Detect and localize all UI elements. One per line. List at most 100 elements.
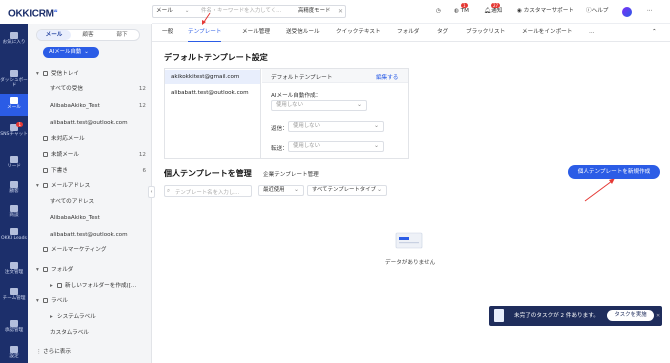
- tab-quick-text[interactable]: クイックテキスト: [336, 24, 381, 41]
- sort-select[interactable]: 最近使用: [258, 185, 304, 196]
- edit-link[interactable]: 編集する: [376, 73, 398, 81]
- sidebar-item-drafts[interactable]: 下書き 6: [36, 166, 150, 177]
- rail-item-okki-leads[interactable]: OKKI Leads: [0, 228, 28, 241]
- tab-more[interactable]: …: [589, 24, 595, 41]
- labels-label: ラベル: [51, 298, 68, 304]
- more-icon: ⋮: [36, 349, 42, 355]
- tm-icon: ◍: [454, 8, 459, 14]
- apps-icon[interactable]: ⋯: [647, 5, 653, 18]
- rail-item-dashboard[interactable]: ダッシュボード: [0, 70, 28, 89]
- personal-template-title: 個人テンプレートを管理: [164, 169, 252, 178]
- segment-subordinate[interactable]: 部下: [105, 30, 139, 40]
- sidebar-item-acct1[interactable]: AlibabaAkiko_Test 12: [50, 101, 150, 112]
- help-button[interactable]: ⓘヘルプ: [586, 5, 608, 18]
- draft-icon: [43, 168, 48, 173]
- custom-labels-label: カスタムラベル: [50, 330, 89, 336]
- sidebar-item-system-labels[interactable]: ▸ システムラベル: [50, 312, 150, 323]
- support-button[interactable]: ◉ カスタマーサポート: [517, 5, 574, 18]
- empty-box-illustration: [395, 232, 423, 249]
- sidebar-group-labels[interactable]: ▾ ラベル: [36, 296, 150, 307]
- sidebar-item-addr1[interactable]: AlibabaAkiko_Test: [50, 213, 150, 224]
- search-icon: ⌕: [167, 188, 171, 194]
- rail-item-favorites[interactable]: お気に入り: [0, 32, 28, 45]
- reply-select[interactable]: 使用しない: [288, 121, 384, 132]
- addr1-label: AlibabaAkiko_Test: [50, 215, 100, 221]
- collapse-tabs-icon[interactable]: ⌃: [652, 24, 657, 41]
- sidebar-item-custom-labels[interactable]: カスタムラベル: [50, 328, 150, 339]
- rail-label: 顧客: [9, 189, 19, 194]
- account-item-gmail[interactable]: akikokkitest@gmail.com: [165, 70, 260, 84]
- rail-item-settings[interactable]: 設定: [0, 346, 28, 359]
- reply-label: 返信：: [271, 126, 288, 132]
- sidebar-group-inbox[interactable]: ▾ 受信トレイ: [36, 69, 150, 80]
- sidebar-item-marketing[interactable]: メールマーケティング: [36, 245, 150, 256]
- tab-import-mail[interactable]: メールをインポート: [522, 24, 572, 41]
- template-type-select[interactable]: すべてテンプレートタイプ: [307, 185, 387, 196]
- do-task-button[interactable]: タスクを実施: [607, 310, 654, 321]
- sidebar-item-new-folder[interactable]: ▸ 新しいフォルダーを作成([...: [50, 281, 150, 292]
- history-icon[interactable]: ◷: [436, 5, 441, 18]
- ai-auto-select[interactable]: 使用しない: [271, 100, 367, 111]
- forward-label: 転送：: [271, 146, 288, 152]
- rail-item-order[interactable]: 注文管理: [0, 262, 28, 275]
- account-item-outlook[interactable]: alibabatt.test@outlook.com: [165, 86, 260, 100]
- rail-item-mail[interactable]: メール: [0, 94, 28, 116]
- tm-badge: 1: [461, 3, 468, 8]
- rail-item-lead[interactable]: リード: [0, 156, 28, 169]
- sidebar-item-all-addresses[interactable]: すべてのアドレス: [50, 197, 150, 208]
- avatar[interactable]: [622, 7, 632, 17]
- sidebar-group-addresses[interactable]: ▾ メールアドレス: [36, 181, 150, 192]
- rail-label: リード: [7, 164, 21, 169]
- search-type-select[interactable]: メール ⌄: [156, 5, 189, 18]
- forward-select[interactable]: 使用しない: [288, 141, 384, 152]
- support-label: カスタマーサポート: [523, 8, 574, 14]
- sidebar-segments: メール 顧客 部下: [36, 29, 140, 41]
- sidebar-group-folders[interactable]: ▾ フォルダ: [36, 265, 150, 276]
- tab-general[interactable]: 一般: [162, 24, 173, 41]
- acct1-label: AlibabaAkiko_Test: [50, 103, 100, 109]
- tab-tags[interactable]: タグ: [437, 24, 448, 41]
- ai-auto-label: AIメール自動作成：: [271, 93, 322, 99]
- close-icon[interactable]: ✕: [338, 5, 343, 18]
- segment-mail[interactable]: メール: [37, 30, 71, 40]
- rail-label: 承認管理: [4, 328, 24, 333]
- annotation-arrow-tab: [202, 12, 211, 25]
- toast-close-icon[interactable]: ✕: [656, 306, 660, 326]
- tab-template[interactable]: テンプレート: [188, 24, 222, 42]
- collapse-sidebar-button[interactable]: ‹: [148, 186, 155, 198]
- rail-item-customer[interactable]: 顧客: [0, 181, 28, 194]
- sidebar-item-addr2[interactable]: alibabatt.test@outlook.com: [50, 230, 150, 241]
- address-icon: [43, 183, 48, 188]
- all-received-count: 12: [138, 86, 146, 92]
- star-icon: [10, 32, 18, 39]
- search-type-value: メール: [156, 8, 173, 14]
- tab-folders[interactable]: フォルダ: [397, 24, 419, 41]
- label-icon: [43, 298, 48, 303]
- segment-customer[interactable]: 顧客: [71, 30, 105, 40]
- sidebar-item-unhandled[interactable]: 未対応メール: [36, 134, 150, 145]
- rail-item-approval[interactable]: 承認管理: [0, 320, 28, 333]
- folder-icon: [57, 283, 62, 288]
- sidebar-item-acct2[interactable]: alibabatt.test@outlook.com: [50, 118, 150, 129]
- tab-blacklist[interactable]: ブラックリスト: [466, 24, 505, 41]
- default-template-label: デフォルトテンプレート: [271, 75, 333, 81]
- advanced-mode-toggle[interactable]: 高精度モード: [298, 5, 330, 18]
- rail-item-sns-chat[interactable]: 1 SNSチャット: [0, 122, 28, 137]
- sidebar-item-all-received[interactable]: すべての受信 12: [50, 84, 150, 95]
- ai-mail-button[interactable]: AIメール自動 ⌄: [43, 47, 99, 58]
- rail-item-deal[interactable]: 商談: [0, 205, 28, 218]
- marketing-icon: [43, 247, 48, 252]
- sidebar-item-unread[interactable]: 未読メール 12: [36, 150, 150, 161]
- template-search-input[interactable]: テンプレート名を入力し...: [175, 188, 239, 196]
- rail-item-team[interactable]: チーム管理: [0, 288, 28, 301]
- tab-mail-management[interactable]: メール管理: [242, 24, 270, 41]
- brand-logo: OKKICRMAI: [8, 8, 57, 19]
- sidebar-more[interactable]: ⋮さらに表示: [36, 347, 150, 358]
- company-template-link[interactable]: 企業テンプレート管理: [263, 170, 319, 178]
- caret-down-icon: ▾: [36, 71, 39, 77]
- leads-icon: [10, 228, 18, 235]
- tab-send-receive-rules[interactable]: 送受信ルール: [286, 24, 320, 41]
- new-personal-template-button[interactable]: 個人テンプレートを新規作成: [568, 165, 660, 179]
- default-template-title: デフォルトテンプレート設定: [164, 53, 268, 62]
- clipboard-icon: [494, 309, 504, 322]
